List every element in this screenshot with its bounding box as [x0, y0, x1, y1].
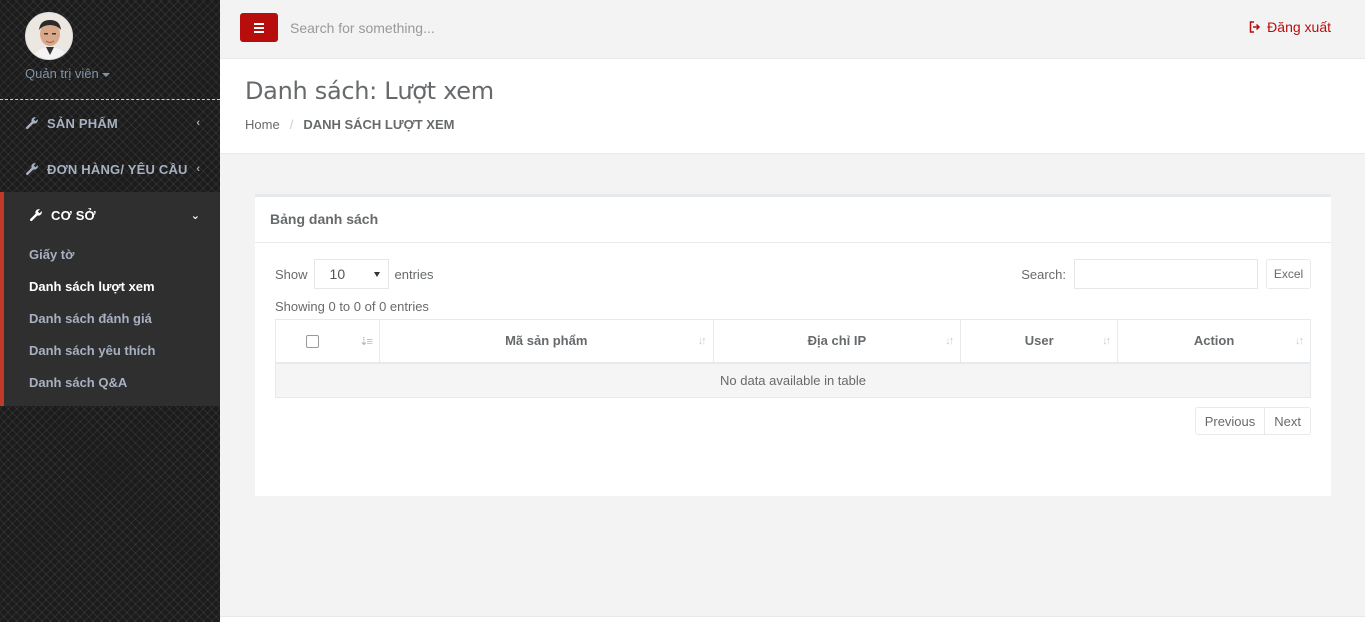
- column-header-action[interactable]: Action ↓↑: [1117, 319, 1311, 364]
- table-row: No data available in table: [275, 362, 1311, 398]
- caret-down-icon: [101, 72, 110, 77]
- column-header-user[interactable]: User ↓↑: [960, 319, 1119, 364]
- page-heading: Danh sách: Lượt xem Home / DANH SÁCH LƯỢ…: [220, 59, 1365, 154]
- panel-content: Show 10 entries Search: Excel Showing 0 …: [255, 243, 1331, 450]
- table-info: Showing 0 to 0 of 0 entries: [275, 299, 429, 314]
- sidebar-item-san-pham[interactable]: SẢN PHẨM ‹: [0, 100, 220, 146]
- entries-value: 10: [329, 266, 346, 282]
- select-all-header[interactable]: ⇣≡: [275, 319, 380, 364]
- wrench-icon: [29, 209, 42, 222]
- sidebar-group-co-so: CƠ SỞ ⌄ Giấy tờ Danh sách lượt xem Danh …: [0, 192, 220, 406]
- sidebar-item-don-hang[interactable]: ĐƠN HÀNG/ YÊU CẦU ‹: [0, 146, 220, 192]
- column-label: Mã sản phẩm: [505, 333, 588, 349]
- next-button[interactable]: Next: [1265, 407, 1311, 435]
- chevron-left-icon: ‹: [196, 163, 200, 175]
- table-header-row: ⇣≡ Mã sản phẩm ↓↑ Địa chỉ IP ↓↑ User ↓↑: [275, 319, 1311, 364]
- sort-icon: ↓↑: [945, 335, 954, 347]
- top-search-input[interactable]: [290, 14, 690, 42]
- hamburger-icon-line: [254, 30, 264, 33]
- wrench-icon: [25, 163, 38, 176]
- entries-length-control: Show 10 entries: [275, 259, 434, 289]
- sidebar-item-label: CƠ SỞ: [51, 207, 96, 223]
- wrench-icon: [25, 117, 38, 130]
- excel-export-button[interactable]: Excel: [1266, 259, 1311, 289]
- sidebar-subitem-giay-to[interactable]: Giấy tờ: [4, 238, 220, 270]
- sidebar-submenu: Giấy tờ Danh sách lượt xem Danh sách đán…: [4, 238, 220, 406]
- select-arrow-icon: [373, 271, 380, 277]
- search-label: Search:: [1021, 266, 1066, 282]
- entries-select[interactable]: 10: [313, 259, 389, 289]
- sort-asc-icon: ⇣≡: [359, 336, 373, 348]
- column-label: User: [1024, 333, 1054, 349]
- chevron-down-icon: ⌄: [190, 209, 200, 222]
- table-search-input[interactable]: [1074, 259, 1258, 289]
- sort-icon: ↓↑: [1102, 335, 1111, 347]
- sort-icon: ↓↑: [1295, 335, 1304, 347]
- breadcrumb-current: DANH SÁCH LƯỢT XEM: [303, 117, 455, 132]
- sidebar-subitem-danh-sach-qa[interactable]: Danh sách Q&A: [4, 366, 220, 398]
- breadcrumb-separator: /: [289, 117, 294, 132]
- profile-menu-toggle[interactable]: Quản trị viên: [25, 66, 220, 81]
- show-label: Show: [275, 266, 308, 282]
- sidebar-item-co-so[interactable]: CƠ SỞ ⌄: [4, 192, 220, 238]
- data-table: ⇣≡ Mã sản phẩm ↓↑ Địa chỉ IP ↓↑ User ↓↑: [275, 319, 1311, 398]
- sidebar-item-label: SẢN PHẨM: [47, 115, 118, 131]
- logout-link[interactable]: Đăng xuất: [1249, 19, 1331, 35]
- column-header-ma-san-pham[interactable]: Mã sản phẩm ↓↑: [378, 319, 714, 364]
- sidebar-subitem-danh-sach-luot-xem[interactable]: Danh sách lượt xem: [4, 270, 220, 302]
- select-all-checkbox[interactable]: [305, 335, 319, 349]
- page-title: Danh sách: Lượt xem: [245, 77, 494, 105]
- column-label: Địa chỉ IP: [807, 333, 867, 349]
- avatar[interactable]: [25, 12, 73, 60]
- top-navbar: Đăng xuất: [220, 0, 1365, 59]
- profile-name: Quản trị viên: [25, 66, 99, 81]
- chevron-left-icon: ‹: [196, 117, 200, 129]
- previous-button[interactable]: Previous: [1194, 407, 1266, 435]
- entries-label: entries: [394, 266, 434, 282]
- table-filter: Search: Excel: [1021, 259, 1311, 289]
- sidebar: Quản trị viên SẢN PHẨM ‹ ĐƠN HÀNG/ YÊU C…: [0, 0, 220, 622]
- table-controls: Show 10 entries Search: Excel: [275, 258, 1311, 290]
- sidebar-item-label: ĐƠN HÀNG/ YÊU CẦU: [47, 161, 188, 177]
- list-panel: Bảng danh sách Show 10 entries Search: E…: [255, 194, 1331, 496]
- hamburger-icon: [254, 22, 264, 25]
- sign-out-icon: [1249, 21, 1261, 33]
- hamburger-icon-line: [254, 26, 264, 29]
- pagination: Previous Next: [275, 407, 1311, 435]
- logout-label: Đăng xuất: [1267, 19, 1331, 35]
- menu-toggle-button[interactable]: [240, 13, 278, 42]
- sort-icon: ↓↑: [697, 335, 707, 347]
- breadcrumb: Home / DANH SÁCH LƯỢT XEM: [245, 117, 1365, 132]
- column-label: Action: [1193, 333, 1235, 349]
- column-header-dia-chi-ip[interactable]: Địa chỉ IP ↓↑: [712, 319, 962, 364]
- sidebar-subitem-danh-sach-yeu-thich[interactable]: Danh sách yêu thích: [4, 334, 220, 366]
- empty-message: No data available in table: [275, 362, 1311, 398]
- sidebar-subitem-danh-sach-danh-gia[interactable]: Danh sách đánh giá: [4, 302, 220, 334]
- footer: [220, 616, 1365, 622]
- profile: Quản trị viên: [0, 0, 220, 100]
- panel-title: Bảng danh sách: [255, 197, 1331, 243]
- breadcrumb-home[interactable]: Home: [245, 117, 280, 132]
